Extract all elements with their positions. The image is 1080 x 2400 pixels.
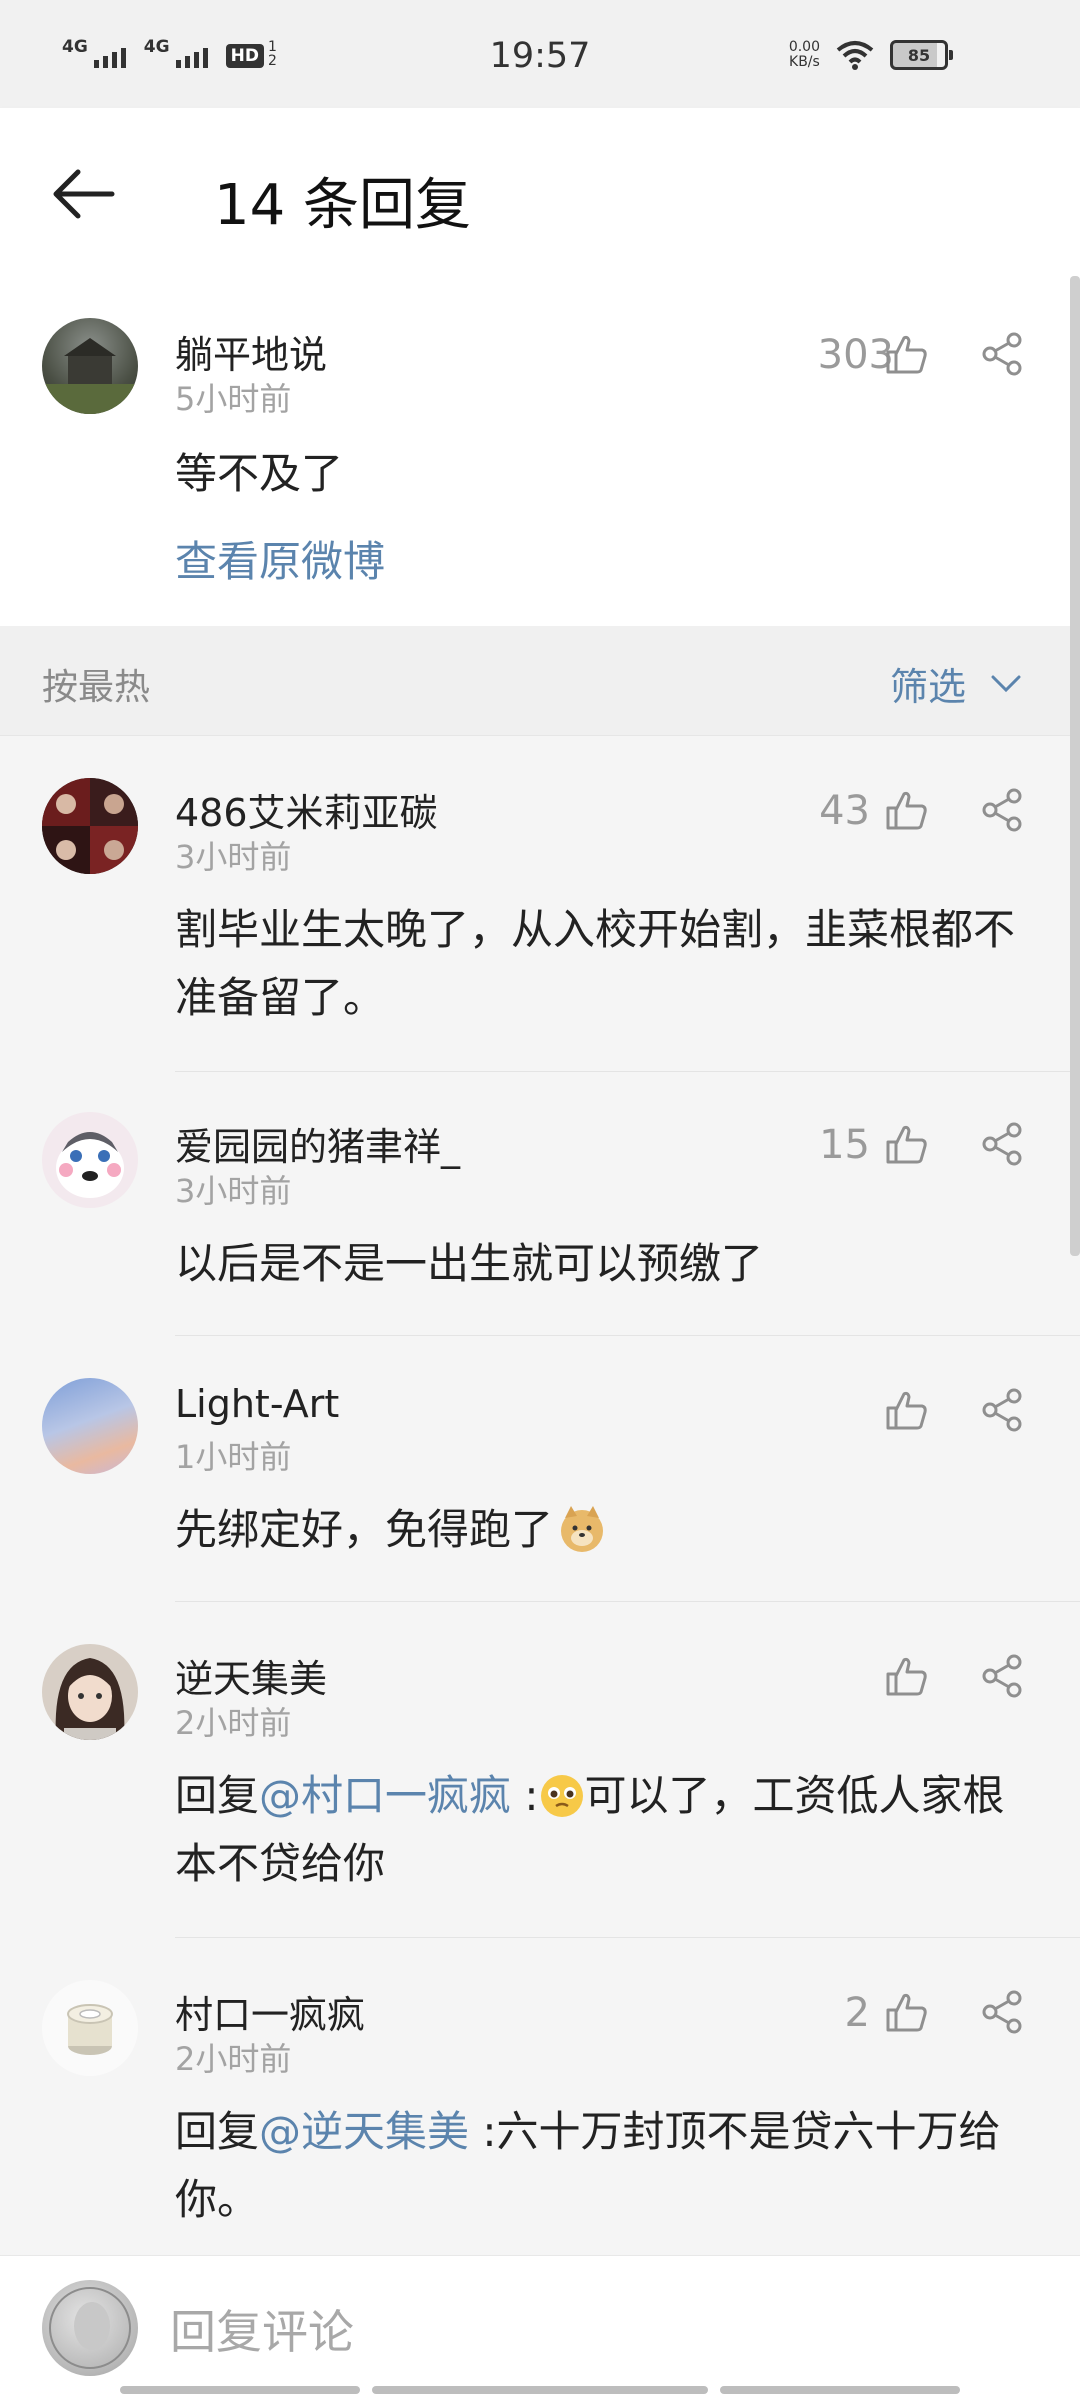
comment-text: 先绑定好，免得跑了: [175, 1496, 1045, 1564]
thumbs-up-icon[interactable]: [884, 788, 928, 832]
comment-text: 割毕业生太晚了，从入校开始割，韭菜根都不准备留了。: [175, 905, 1016, 1022]
share-icon[interactable]: [978, 786, 1026, 834]
timestamp: 3小时前: [175, 1172, 292, 1210]
share-icon[interactable]: [978, 1652, 1026, 1700]
share-icon[interactable]: [978, 1386, 1026, 1434]
username[interactable]: 爱园园的猪聿祥_: [175, 1116, 460, 1171]
battery-level: 85: [907, 45, 931, 65]
comment-text-part-1: :: [511, 1771, 539, 1820]
share-icon[interactable]: [978, 1988, 1026, 2036]
filter-label: 筛选: [889, 665, 966, 709]
timestamp: 2小时前: [175, 1704, 292, 1742]
status-bar: 4G 4G HD 1 2 19:57 0.00 KB/s 85: [0, 0, 1080, 108]
timestamp: 3小时前: [175, 838, 292, 876]
view-original-link[interactable]: 查看原微博: [175, 528, 1045, 596]
mention-link[interactable]: @逆天集美: [259, 2107, 469, 2156]
like-count: 303: [817, 332, 894, 378]
my-avatar: [42, 2280, 138, 2376]
username[interactable]: Light-Art: [175, 1382, 339, 1426]
comment-text: 等不及了: [175, 449, 344, 498]
back-arrow-icon[interactable]: [48, 164, 118, 224]
mention-link[interactable]: @村口一疯疯: [259, 1771, 511, 1820]
reply-bar: 回复评论: [0, 2255, 1080, 2400]
original-comment: 躺平地说 5小时前 303 等不及了 查看原微博: [0, 276, 1080, 626]
like-count: 2: [844, 1990, 870, 2036]
doge-emoji-icon: [561, 1506, 604, 1552]
reply-prefix: 回复: [175, 1771, 260, 1820]
scrollbar[interactable]: [1070, 276, 1080, 1256]
like-count: 15: [819, 1122, 870, 1168]
timestamp: 1小时前: [175, 1438, 292, 1476]
like-count: 43: [819, 788, 870, 834]
reply-prefix: 回复: [175, 2107, 260, 2156]
nav-indicator: [372, 2386, 708, 2394]
comment-item: 爱园园的猪聿祥_ 3小时前 15 以后是不是一出生就可以预缴了: [0, 1072, 1080, 1336]
comment-text: 回复@村口一疯疯 : 可以了，工资低人家根本不贷给你: [175, 1762, 1045, 1898]
timestamp: 2小时前: [175, 2040, 292, 2078]
avatar[interactable]: [42, 1112, 138, 1208]
comment-text: 以后是不是一出生就可以预缴了: [175, 1239, 764, 1288]
avatar[interactable]: [42, 1980, 138, 2076]
network-speed: 0.00 KB/s: [789, 40, 820, 70]
comment-text: 回复@逆天集美 :六十万封顶不是贷六十万给你。: [175, 2098, 1045, 2234]
timestamp: 5小时前: [175, 380, 292, 418]
sort-bar: 按最热 筛选: [0, 626, 1080, 736]
avatar[interactable]: [42, 1644, 138, 1740]
thumbs-up-icon[interactable]: [884, 332, 928, 376]
thumbs-up-icon[interactable]: [884, 1654, 928, 1698]
status-right: 0.00 KB/s 85: [789, 40, 953, 70]
filter-button[interactable]: 筛选: [890, 656, 1022, 711]
sort-hot-label[interactable]: 按最热: [42, 658, 150, 710]
comment-item: 486艾米莉亚碳 3小时前 43 割毕业生太晚了，从入校开始割，韭菜根都不准备留…: [0, 736, 1080, 1072]
chevron-down-icon: [991, 675, 1021, 692]
speed-unit: KB/s: [789, 54, 820, 70]
thumbs-up-icon[interactable]: [884, 1122, 928, 1166]
avatar[interactable]: [42, 778, 138, 874]
nav-indicator: [720, 2386, 960, 2394]
pleading-emoji-icon: [540, 1775, 583, 1817]
thumbs-up-icon[interactable]: [884, 1990, 928, 2034]
battery-icon: 85: [890, 40, 953, 70]
share-icon[interactable]: [978, 330, 1026, 378]
username[interactable]: 躺平地说: [175, 324, 327, 379]
wifi-icon: [836, 41, 874, 70]
comment-item: 逆天集美 2小时前 回复@村口一疯疯 : 可以了，工资低人家根本不贷给你: [0, 1602, 1080, 1938]
username[interactable]: 486艾米莉亚碳: [175, 782, 438, 837]
comment-item: 村口一疯疯 2小时前 2 回复@逆天集美 :六十万封顶不是贷六十万给你。: [0, 1938, 1080, 2255]
page-title: 14 条回复: [214, 173, 472, 238]
nav-indicator: [120, 2386, 360, 2394]
comment-item: Light-Art 1小时前 先绑定好，免得跑了: [0, 1336, 1080, 1602]
comment-text-content: 先绑定好，免得跑了: [175, 1505, 554, 1554]
top-app-bar: 14 条回复: [0, 108, 1080, 276]
reply-input[interactable]: 回复评论: [170, 2296, 354, 2362]
speed-value: 0.00: [788, 39, 820, 55]
thumbs-up-icon[interactable]: [884, 1388, 928, 1432]
avatar[interactable]: [42, 318, 138, 414]
share-icon[interactable]: [978, 1120, 1026, 1168]
username[interactable]: 逆天集美: [175, 1648, 327, 1703]
avatar[interactable]: [42, 1378, 138, 1474]
username[interactable]: 村口一疯疯: [175, 1984, 365, 2039]
